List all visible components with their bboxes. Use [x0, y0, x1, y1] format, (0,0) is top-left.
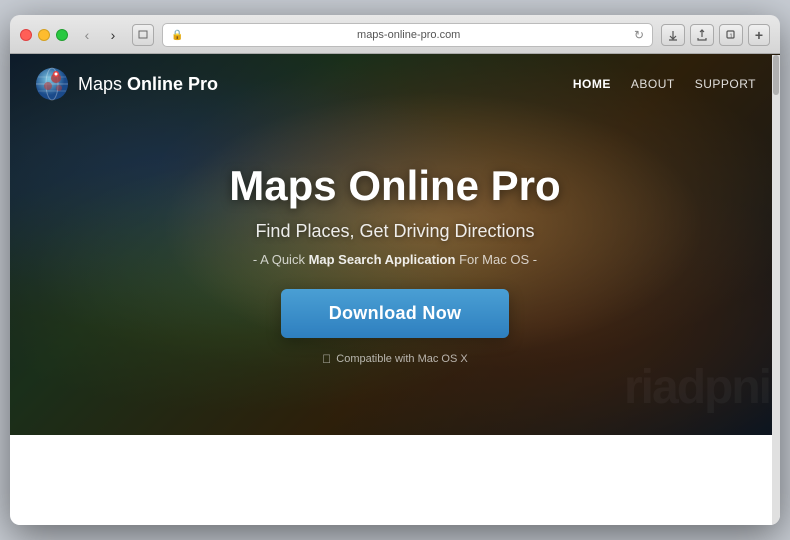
browser-chrome: ‹ › 🔒 maps-online-pro.com ↻ 1 + — [10, 15, 780, 54]
hero-content: Maps Online Pro Find Places, Get Driving… — [10, 114, 780, 435]
forward-button[interactable]: › — [102, 24, 124, 46]
white-section — [10, 435, 780, 525]
address-bar[interactable]: 🔒 maps-online-pro.com ↻ — [162, 23, 653, 47]
browser-window: ‹ › 🔒 maps-online-pro.com ↻ 1 + — [10, 15, 780, 525]
nav-support[interactable]: SUPPORT — [695, 77, 756, 91]
website-content: riadpni — [10, 54, 780, 525]
hero-description: - A Quick Map Search Application For Mac… — [253, 252, 537, 267]
site-logo: Maps Online Pro — [34, 66, 218, 102]
download-indicator[interactable] — [661, 24, 685, 46]
hero-section: riadpni — [10, 54, 780, 435]
hero-title: Maps Online Pro — [229, 163, 560, 209]
toolbar-right: 1 + — [661, 24, 770, 46]
svg-text:1: 1 — [729, 34, 733, 40]
new-tab-button[interactable]: + — [748, 24, 770, 46]
nav-home[interactable]: HOME — [573, 77, 611, 91]
apple-icon:  — [322, 352, 331, 366]
download-now-button[interactable]: Download Now — [281, 289, 510, 338]
nav-about[interactable]: ABOUT — [631, 77, 675, 91]
tabs-button[interactable]: 1 — [719, 24, 743, 46]
site-navigation: HOME ABOUT SUPPORT — [573, 77, 756, 91]
url-text: maps-online-pro.com — [189, 29, 627, 41]
traffic-lights — [20, 29, 68, 41]
share-button[interactable] — [690, 24, 714, 46]
nav-buttons: ‹ › — [76, 24, 124, 46]
reload-button[interactable]: ↻ — [634, 28, 644, 42]
maximize-button[interactable] — [56, 29, 68, 41]
compatible-notice:  Compatible with Mac OS X — [322, 352, 467, 366]
minimize-button[interactable] — [38, 29, 50, 41]
site-navbar: Maps Online Pro HOME ABOUT SUPPORT — [10, 54, 780, 114]
hero-subtitle: Find Places, Get Driving Directions — [255, 221, 534, 242]
back-button[interactable]: ‹ — [76, 24, 98, 46]
logo-text: Maps Online Pro — [78, 74, 218, 95]
close-button[interactable] — [20, 29, 32, 41]
logo-globe-icon — [34, 66, 70, 102]
tab-button[interactable] — [132, 24, 154, 46]
